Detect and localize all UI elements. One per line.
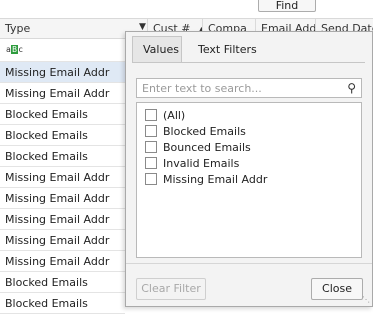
checkbox[interactable]	[145, 109, 157, 121]
grid-rows: Missing Email Addr Missing Email Addr Bl…	[0, 62, 125, 314]
filter-popup: Values Text Filters ⚲ (All) Blocked Emai…	[125, 31, 373, 307]
top-strip: Find	[0, 0, 373, 18]
clear-filter-button[interactable]: Clear Filter	[136, 278, 206, 300]
table-row[interactable]: Blocked Emails	[0, 293, 125, 314]
tab-values[interactable]: Values	[132, 36, 182, 63]
close-button[interactable]: Close	[311, 278, 363, 300]
table-row[interactable]: Missing Email Addr	[0, 62, 125, 83]
table-row[interactable]: Blocked Emails	[0, 272, 125, 293]
table-row[interactable]: Blocked Emails	[0, 125, 125, 146]
text-filter-icon[interactable]: aBc	[6, 45, 23, 54]
table-row[interactable]: Missing Email Addr	[0, 209, 125, 230]
checkbox[interactable]	[145, 141, 157, 153]
checkbox[interactable]	[145, 157, 157, 169]
filter-values-list: (All) Blocked Emails Bounced Emails Inva…	[136, 102, 362, 258]
checkbox[interactable]	[145, 125, 157, 137]
table-row[interactable]: Blocked Emails	[0, 146, 125, 167]
auto-filter-row[interactable]: aBc	[0, 39, 125, 62]
footer-divider	[126, 263, 372, 264]
search-input[interactable]	[137, 79, 332, 97]
find-button[interactable]: Find	[258, 0, 316, 12]
list-item[interactable]: Bounced Emails	[145, 140, 251, 156]
list-item[interactable]: (All)	[145, 108, 185, 124]
table-row[interactable]: Missing Email Addr	[0, 230, 125, 251]
checkbox[interactable]	[145, 173, 157, 185]
list-item[interactable]: Missing Email Addr	[145, 172, 267, 188]
resize-grip-icon[interactable]: ⋱	[362, 295, 370, 304]
tab-text-filters[interactable]: Text Filters	[188, 37, 267, 62]
search-icon[interactable]: ⚲	[347, 81, 356, 95]
table-row[interactable]: Missing Email Addr	[0, 83, 125, 104]
list-item[interactable]: Blocked Emails	[145, 124, 246, 140]
list-item[interactable]: Invalid Emails	[145, 156, 239, 172]
filter-tabs: Values Text Filters	[126, 32, 372, 63]
table-row[interactable]: Missing Email Addr	[0, 167, 125, 188]
table-row[interactable]: Missing Email Addr	[0, 251, 125, 272]
search-box: ⚲	[136, 78, 362, 98]
table-row[interactable]: Blocked Emails	[0, 104, 125, 125]
table-row[interactable]: Missing Email Addr	[0, 188, 125, 209]
